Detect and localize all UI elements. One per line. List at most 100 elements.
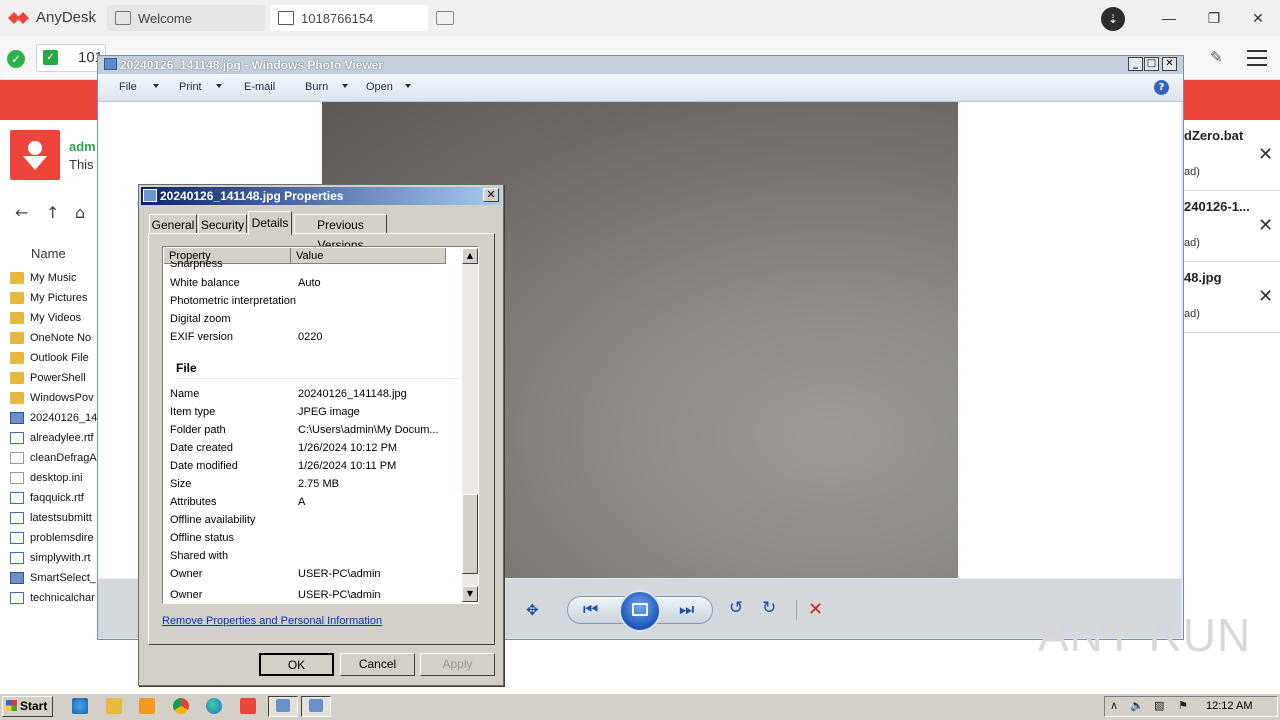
property-name[interactable]: Date created xyxy=(170,442,233,454)
property-value[interactable]: JPEG image xyxy=(298,406,360,418)
value-column-header[interactable]: Value xyxy=(291,248,446,264)
list-item[interactable]: WindowsPov xyxy=(10,388,100,408)
hamburger-menu-icon[interactable] xyxy=(1247,50,1267,66)
new-session-icon[interactable] xyxy=(436,11,454,25)
download-item[interactable]: dZero.bat ad) ✕ xyxy=(1183,120,1280,191)
list-item[interactable]: alreadylee.rtf xyxy=(10,428,100,448)
property-value[interactable]: C:\Users\admin\My Docum... xyxy=(298,424,439,436)
property-list-scrollbar[interactable]: ▲ ▼ xyxy=(462,248,478,602)
list-item[interactable]: My Music xyxy=(10,268,100,288)
list-item[interactable]: 20240126_14 xyxy=(10,408,100,428)
close-icon[interactable]: ✕ xyxy=(1258,215,1273,236)
volume-icon[interactable]: 🔈 xyxy=(1130,700,1144,712)
minimize-button[interactable]: — xyxy=(1160,9,1178,27)
list-item[interactable]: problemsdire xyxy=(10,528,100,548)
tab-previous-versions[interactable]: Previous Versions xyxy=(294,214,387,252)
tray-expand-icon[interactable]: ∧ xyxy=(1110,700,1122,712)
property-name[interactable]: Date modified xyxy=(170,460,238,472)
property-name[interactable]: EXIF version xyxy=(170,331,233,343)
close-button[interactable]: ✕ xyxy=(1249,9,1267,27)
restore-button[interactable]: ❐ xyxy=(1205,9,1223,27)
property-name[interactable]: Offline availability xyxy=(170,514,255,526)
pen-icon[interactable]: ✎ xyxy=(1210,48,1228,68)
close-icon[interactable]: ✕ xyxy=(1258,144,1273,165)
home-icon[interactable]: ⌂ xyxy=(75,203,85,222)
scrollbar-thumb[interactable] xyxy=(462,494,478,574)
chrome-icon[interactable] xyxy=(173,698,189,714)
menu-open[interactable]: Open xyxy=(366,81,393,93)
property-value[interactable]: 20240126_141148.jpg xyxy=(298,388,407,400)
list-item[interactable]: simplywith.rt xyxy=(10,548,100,568)
property-value[interactable]: Auto xyxy=(298,277,321,289)
file-explorer-icon[interactable] xyxy=(106,698,122,714)
menu-burn[interactable]: Burn xyxy=(305,81,328,93)
tab-welcome[interactable]: Welcome xyxy=(107,5,265,31)
back-arrow-icon[interactable]: ← xyxy=(15,203,28,222)
property-name[interactable]: Item type xyxy=(170,406,215,418)
property-value[interactable]: 0220 xyxy=(298,331,322,343)
pv-maximize-button[interactable]: □ xyxy=(1144,57,1159,71)
menu-email[interactable]: E-mail xyxy=(244,81,275,93)
property-name[interactable]: Photometric interpretation xyxy=(170,295,296,307)
list-item[interactable]: SmartSelect_ xyxy=(10,568,100,588)
property-name[interactable]: Sharpness xyxy=(170,261,223,271)
tab-details[interactable]: Details xyxy=(248,211,292,235)
ok-button[interactable]: OK xyxy=(259,653,334,676)
list-item[interactable]: My Pictures xyxy=(10,288,100,308)
property-value[interactable]: A xyxy=(298,496,305,508)
scroll-down-icon[interactable]: ▼ xyxy=(462,586,478,602)
property-name[interactable]: Name xyxy=(170,388,199,400)
close-icon[interactable]: ✕ xyxy=(1258,286,1273,307)
pv-minimize-button[interactable]: _ xyxy=(1128,57,1143,71)
edge-icon[interactable] xyxy=(206,698,222,714)
property-name[interactable]: White balance xyxy=(170,277,240,289)
list-item[interactable]: cleanDefragA xyxy=(10,448,100,468)
list-item[interactable]: desktop.ini xyxy=(10,468,100,488)
list-item[interactable]: Outlook File xyxy=(10,348,100,368)
list-item[interactable]: PowerShell xyxy=(10,368,100,388)
property-name[interactable]: Shared with xyxy=(170,550,228,562)
list-item[interactable]: technicalchar xyxy=(10,588,100,608)
download-item[interactable]: 48.jpg ad) ✕ xyxy=(1183,262,1280,333)
menu-file[interactable]: File xyxy=(119,81,137,93)
property-name[interactable]: Folder path xyxy=(170,424,226,436)
delete-icon[interactable]: ✕ xyxy=(808,599,823,620)
name-column-header[interactable]: Name xyxy=(10,246,100,266)
rotate-clockwise-icon[interactable]: ↻ xyxy=(762,598,776,618)
chevron-down-icon[interactable] xyxy=(342,84,348,88)
list-item[interactable]: My Videos xyxy=(10,308,100,328)
help-icon[interactable]: ? xyxy=(1154,80,1169,95)
download-status-icon[interactable]: ⇣ xyxy=(1101,7,1125,31)
tab-security[interactable]: Security xyxy=(198,214,247,234)
flag-icon[interactable]: ⚑ xyxy=(1178,700,1190,712)
dialog-close-button[interactable]: ✕ xyxy=(483,188,499,202)
property-value[interactable]: USER-PC\admin xyxy=(298,589,381,601)
chevron-down-icon[interactable] xyxy=(153,84,159,88)
actual-size-icon[interactable]: ✥ xyxy=(526,601,539,619)
property-name[interactable]: Owner xyxy=(170,589,202,601)
menu-print[interactable]: Print xyxy=(179,81,202,93)
property-name[interactable]: Offline status xyxy=(170,532,234,544)
tab-general[interactable]: General xyxy=(149,214,197,234)
taskbar-clock[interactable]: 12:12 AM xyxy=(1206,700,1252,712)
download-item[interactable]: 240126-1... ad) ✕ xyxy=(1183,191,1280,262)
chevron-down-icon[interactable] xyxy=(405,84,411,88)
list-item[interactable]: faqquick.rtf xyxy=(10,488,100,508)
internet-explorer-icon[interactable] xyxy=(72,698,88,714)
tab-remote-session[interactable]: 1018766154 xyxy=(270,5,428,31)
property-name[interactable]: Attributes xyxy=(170,496,216,508)
apply-button[interactable]: Apply xyxy=(420,653,495,676)
anydesk-taskbar-icon[interactable] xyxy=(240,698,256,714)
media-player-icon[interactable] xyxy=(139,698,155,714)
remove-properties-link[interactable]: Remove Properties and Personal Informati… xyxy=(162,615,382,627)
property-value[interactable]: 1/26/2024 10:11 PM xyxy=(298,460,396,472)
property-value[interactable]: USER-PC\admin xyxy=(298,568,381,580)
previous-icon[interactable]: ⏮ xyxy=(583,600,598,620)
property-name[interactable]: Size xyxy=(170,478,191,490)
property-value[interactable]: 1/26/2024 10:12 PM xyxy=(298,442,397,454)
cancel-button[interactable]: Cancel xyxy=(340,653,415,676)
scroll-up-icon[interactable]: ▲ xyxy=(462,248,478,264)
rotate-counterclockwise-icon[interactable]: ↺ xyxy=(729,598,743,618)
network-icon[interactable]: ▧ xyxy=(1154,700,1166,712)
up-arrow-icon[interactable]: ↑ xyxy=(46,203,59,222)
